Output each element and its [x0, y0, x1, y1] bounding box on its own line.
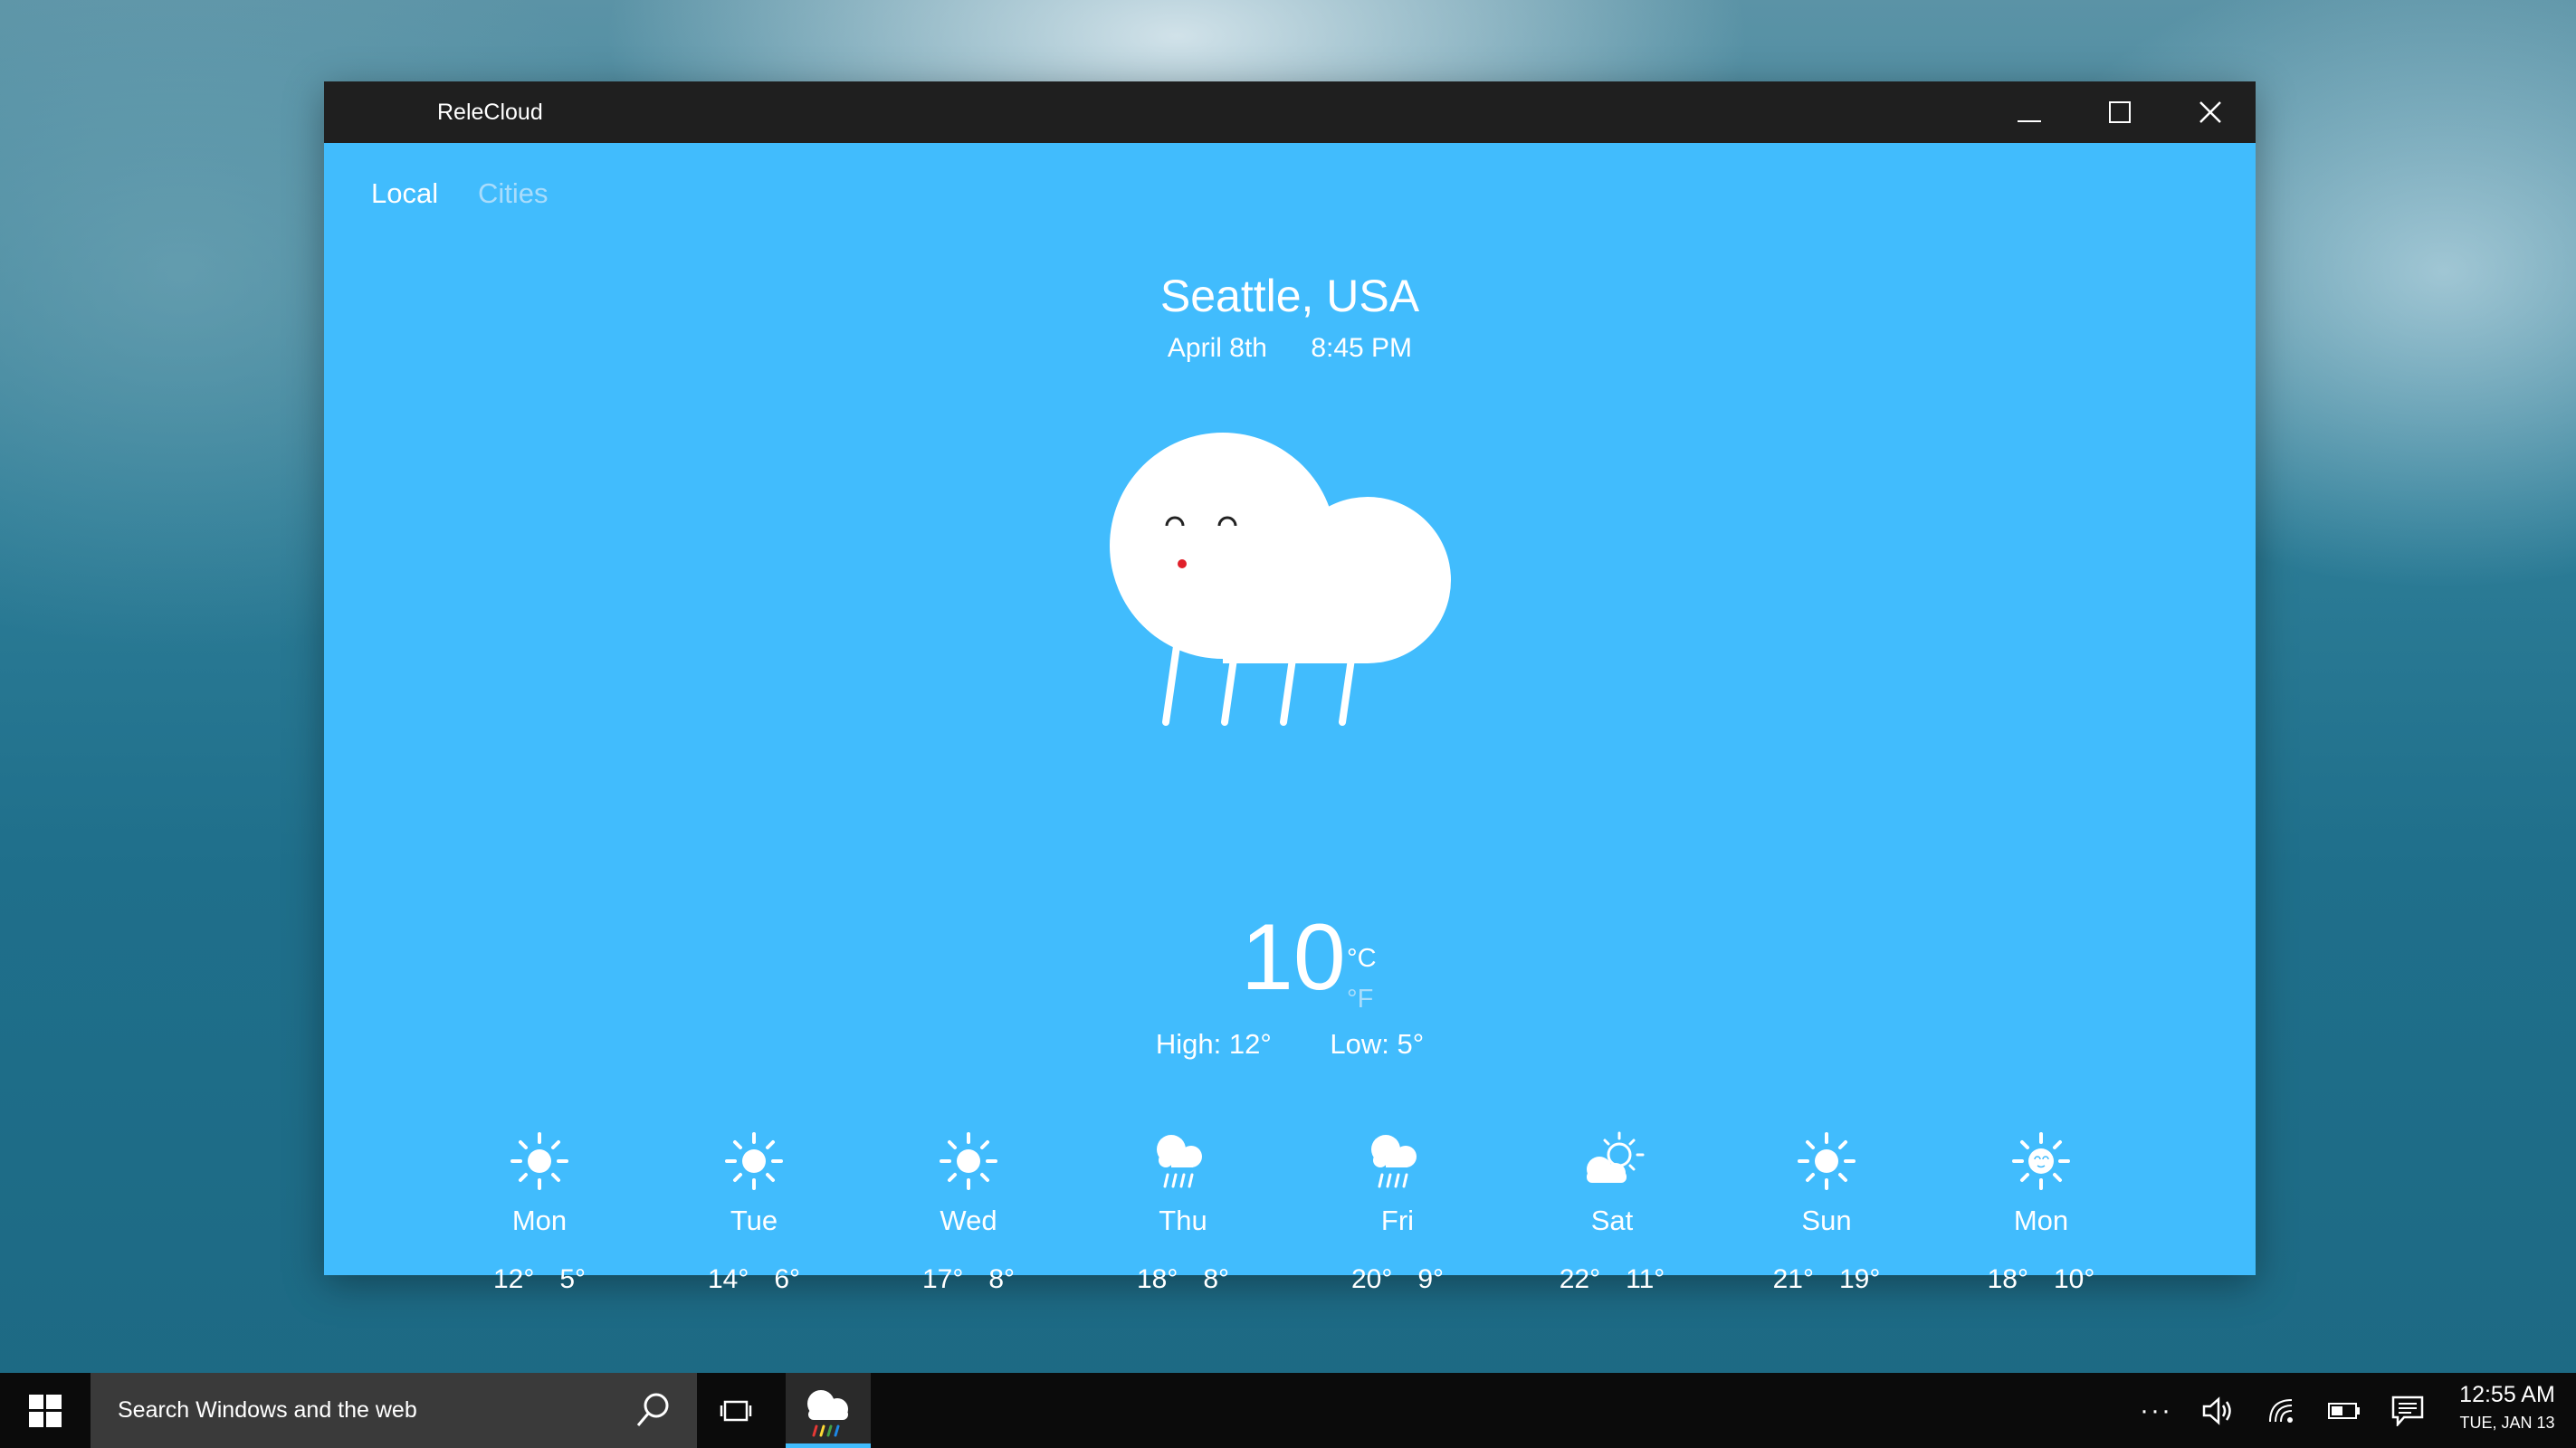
sun-icon [1736, 1125, 1917, 1197]
search-icon[interactable] [634, 1391, 672, 1429]
forecast-low: 8° [1203, 1264, 1230, 1294]
sun-icon [663, 1125, 844, 1197]
forecast-day[interactable]: Sun 21° 19° [1736, 1125, 1917, 1295]
tab-local[interactable]: Local [371, 177, 438, 210]
battery-icon[interactable] [2322, 1373, 2367, 1448]
sun-face-icon [1951, 1125, 2132, 1197]
forecast-day[interactable]: Mon 12° 5° [449, 1125, 630, 1295]
forecast-day-name: Sun [1801, 1205, 1852, 1236]
minimize-button[interactable] [1984, 81, 2075, 143]
high-low: High: 12° Low: 5° [324, 1028, 2256, 1061]
search-placeholder: Search Windows and the web [118, 1397, 417, 1423]
unit-celsius-toggle[interactable]: °C [1347, 944, 1377, 974]
forecast-high: 20° [1350, 1264, 1393, 1294]
forecast-low: 9° [1417, 1264, 1445, 1294]
forecast-strip: Mon 12° 5° Tue 14° 6° Wed 17° 8° Thu 18°… [324, 1125, 2256, 1306]
weather-panel: Local Cities Seattle, USA April 8th 8:45… [324, 143, 2256, 1294]
forecast-day-name: Fri [1380, 1205, 1415, 1236]
forecast-day[interactable]: Wed 17° 8° [878, 1125, 1059, 1295]
current-temperature: 10 [1241, 905, 1346, 1010]
rain-icon [1092, 1125, 1274, 1197]
close-icon [2199, 101, 2221, 123]
close-button[interactable] [2165, 81, 2256, 143]
forecast-day[interactable]: Thu 18° 8° [1092, 1125, 1274, 1295]
forecast-day-name: Wed [940, 1205, 997, 1236]
forecast-high: 21° [1772, 1264, 1814, 1294]
forecast-day[interactable]: Sat 22° 11° [1522, 1125, 1703, 1295]
sun-icon [878, 1125, 1059, 1197]
forecast-low: 10° [2054, 1264, 2095, 1294]
volume-icon[interactable] [2195, 1373, 2240, 1448]
forecast-high: 22° [1559, 1264, 1601, 1294]
rain-drops-icon [1162, 624, 1356, 726]
search-box[interactable]: Search Windows and the web [91, 1373, 697, 1448]
relecloud-app-icon [807, 1389, 848, 1436]
high-temp: High: 12° [1155, 1028, 1272, 1060]
sun-icon [449, 1125, 630, 1197]
date-time: April 8th 8:45 PM [324, 333, 2256, 364]
forecast-low: 19° [1839, 1264, 1881, 1294]
window-title: ReleCloud [437, 100, 543, 125]
forecast-day-name: Tue [730, 1205, 778, 1236]
forecast-low: 5° [559, 1264, 587, 1294]
windows-logo-icon [29, 1394, 62, 1427]
current-time: 8:45 PM [1311, 333, 1413, 363]
forecast-low: 11° [1626, 1264, 1665, 1294]
relecloud-taskbar-button[interactable] [786, 1373, 871, 1448]
show-hidden-icons-button[interactable]: ··· [2138, 1373, 2174, 1448]
taskbar: Search Windows and the web ··· 12:55 AM [0, 1373, 2576, 1448]
city-name: Seattle, USA [1159, 271, 1420, 321]
app-window: ReleCloud Local Cities Seattle, USA Apri… [324, 81, 2256, 1294]
clock-time: 12:55 AM [2459, 1382, 2555, 1407]
forecast-day[interactable]: Fri 20° 9° [1307, 1125, 1488, 1295]
action-center-icon[interactable] [2385, 1373, 2430, 1448]
minimize-icon [2018, 120, 2041, 122]
cloud-blush [1178, 559, 1187, 568]
forecast-high: 14° [707, 1264, 749, 1294]
rain-icon [1307, 1125, 1488, 1197]
forecast-low: 6° [774, 1264, 801, 1294]
forecast-day-name: Mon [2013, 1205, 2069, 1236]
tab-cities[interactable]: Cities [478, 177, 549, 210]
maximize-icon [2109, 101, 2131, 123]
system-clock[interactable]: 12:55 AM TUE, JAN 13 [2448, 1382, 2566, 1433]
forecast-high: 17° [921, 1264, 964, 1294]
forecast-high: 12° [492, 1264, 535, 1294]
forecast-day-name: Mon [511, 1205, 568, 1236]
forecast-high: 18° [1136, 1264, 1178, 1294]
active-app-indicator [786, 1443, 871, 1448]
current-date: April 8th [1167, 333, 1267, 363]
network-icon[interactable] [2258, 1373, 2304, 1448]
forecast-day-name: Sat [1590, 1205, 1634, 1236]
unit-fahrenheit-toggle[interactable]: °F [1347, 985, 1373, 1015]
task-view-icon[interactable] [720, 1395, 752, 1427]
clock-date: TUE, JAN 13 [2459, 1414, 2555, 1432]
forecast-low: 8° [988, 1264, 1016, 1294]
forecast-high: 18° [1987, 1264, 2028, 1294]
title-bar[interactable]: ReleCloud [324, 81, 2256, 143]
maximize-button[interactable] [2075, 81, 2165, 143]
low-temp: Low: 5° [1330, 1028, 1425, 1060]
forecast-day[interactable]: Mon 18° 10° [1951, 1125, 2132, 1295]
start-button[interactable] [0, 1373, 91, 1448]
partly-cloudy-icon [1522, 1125, 1703, 1197]
forecast-day-name: Thu [1159, 1205, 1207, 1236]
forecast-day[interactable]: Tue 14° 6° [663, 1125, 844, 1295]
